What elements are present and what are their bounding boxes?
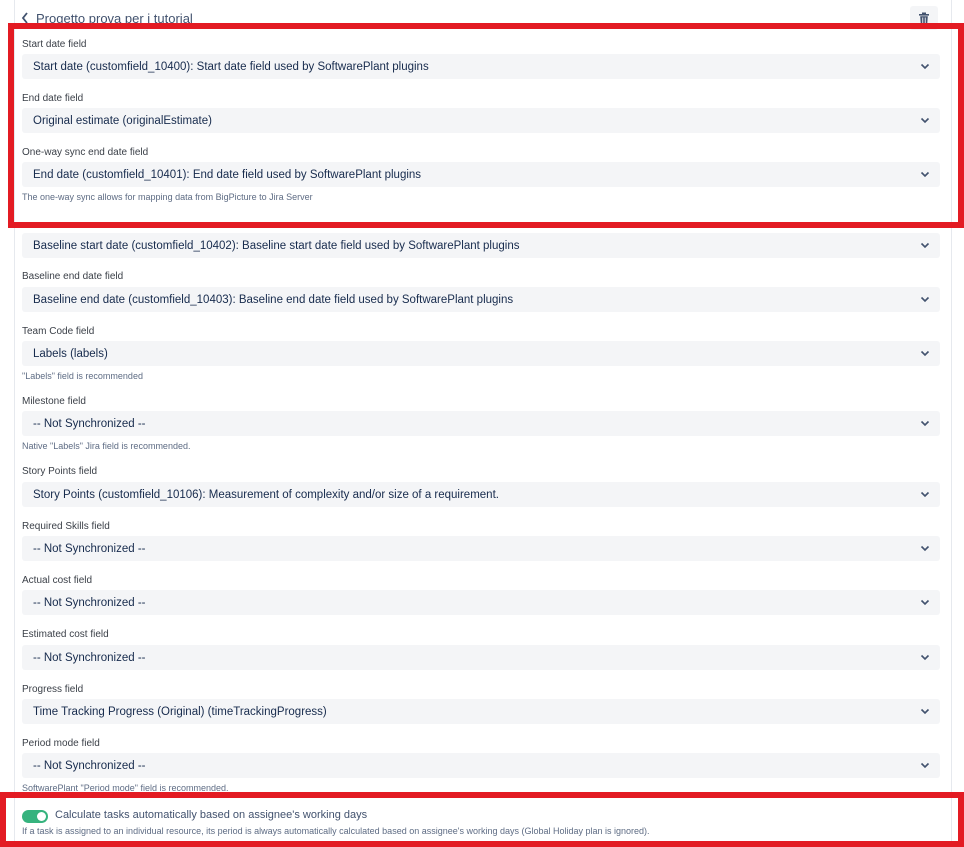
auto-calculate-toggle[interactable] bbox=[22, 810, 48, 823]
progress-select[interactable]: Time Tracking Progress (Original) (timeT… bbox=[22, 699, 940, 724]
period-mode-select[interactable]: -- Not Synchronized -- bbox=[22, 753, 940, 778]
milestone-hint: Native "Labels" Jira field is recommende… bbox=[22, 441, 190, 451]
progress-label: Progress field bbox=[22, 684, 83, 695]
baseline-end-date-label: Baseline end date field bbox=[22, 271, 123, 282]
period-mode-label: Period mode field bbox=[22, 738, 100, 749]
start-date-label: Start date field bbox=[22, 39, 86, 50]
chevron-down-icon bbox=[920, 491, 930, 498]
story-points-value: Story Points (customfield_10106): Measur… bbox=[33, 489, 920, 501]
progress-value: Time Tracking Progress (Original) (timeT… bbox=[33, 706, 920, 718]
actual-cost-value: -- Not Synchronized -- bbox=[33, 597, 920, 609]
settings-page: Progetto prova per i tutorial Start date… bbox=[0, 0, 964, 847]
period-mode-hint: SoftwarePlant "Period mode" field is rec… bbox=[22, 783, 229, 793]
story-points-label: Story Points field bbox=[22, 466, 97, 477]
auto-calculate-description: If a task is assigned to an individual r… bbox=[22, 826, 650, 836]
milestone-value: -- Not Synchronized -- bbox=[33, 418, 920, 430]
end-date-label: End date field bbox=[22, 93, 83, 104]
team-code-label: Team Code field bbox=[22, 326, 94, 337]
story-points-select[interactable]: Story Points (customfield_10106): Measur… bbox=[22, 482, 940, 507]
chevron-down-icon bbox=[920, 762, 930, 769]
chevron-down-icon bbox=[920, 545, 930, 552]
toggle-knob bbox=[37, 812, 46, 821]
one-way-end-date-select[interactable]: End date (customfield_10401): End date f… bbox=[22, 162, 940, 187]
required-skills-label: Required Skills field bbox=[22, 521, 110, 532]
required-skills-select[interactable]: -- Not Synchronized -- bbox=[22, 536, 940, 561]
baseline-end-date-select[interactable]: Baseline end date (customfield_10403): B… bbox=[22, 287, 940, 312]
chevron-down-icon bbox=[920, 63, 930, 70]
estimated-cost-label: Estimated cost field bbox=[22, 629, 109, 640]
actual-cost-label: Actual cost field bbox=[22, 575, 92, 586]
chevron-down-icon bbox=[920, 296, 930, 303]
back-link[interactable]: Progetto prova per i tutorial bbox=[20, 6, 193, 30]
start-date-select[interactable]: Start date (customfield_10400): Start da… bbox=[22, 54, 940, 79]
one-way-end-date-value: End date (customfield_10401): End date f… bbox=[33, 169, 920, 181]
delete-button[interactable] bbox=[910, 6, 938, 30]
baseline-start-date-select[interactable]: Baseline start date (customfield_10402):… bbox=[22, 233, 940, 258]
end-date-select[interactable]: Original estimate (originalEstimate) bbox=[22, 108, 940, 133]
start-date-value: Start date (customfield_10400): Start da… bbox=[33, 61, 920, 73]
team-code-value: Labels (labels) bbox=[33, 348, 920, 360]
chevron-down-icon bbox=[920, 171, 930, 178]
chevron-down-icon bbox=[920, 708, 930, 715]
one-way-sync-hint: The one-way sync allows for mapping data… bbox=[22, 192, 313, 202]
chevron-down-icon bbox=[920, 117, 930, 124]
required-skills-value: -- Not Synchronized -- bbox=[33, 543, 920, 555]
chevron-down-icon bbox=[920, 599, 930, 606]
page-title: Progetto prova per i tutorial bbox=[36, 11, 193, 26]
estimated-cost-select[interactable]: -- Not Synchronized -- bbox=[22, 645, 940, 670]
auto-calculate-label: Calculate tasks automatically based on a… bbox=[55, 809, 367, 821]
chevron-down-icon bbox=[920, 350, 930, 357]
milestone-label: Milestone field bbox=[22, 396, 86, 407]
chevron-down-icon bbox=[920, 420, 930, 427]
chevron-left-icon bbox=[20, 11, 30, 25]
period-mode-value: -- Not Synchronized -- bbox=[33, 760, 920, 772]
milestone-select[interactable]: -- Not Synchronized -- bbox=[22, 411, 940, 436]
team-code-select[interactable]: Labels (labels) bbox=[22, 341, 940, 366]
actual-cost-select[interactable]: -- Not Synchronized -- bbox=[22, 590, 940, 615]
end-date-value: Original estimate (originalEstimate) bbox=[33, 115, 920, 127]
chevron-down-icon bbox=[920, 242, 930, 249]
baseline-end-date-value: Baseline end date (customfield_10403): B… bbox=[33, 294, 920, 306]
estimated-cost-value: -- Not Synchronized -- bbox=[33, 652, 920, 664]
chevron-down-icon bbox=[920, 654, 930, 661]
team-code-hint: "Labels" field is recommended bbox=[22, 371, 143, 381]
trash-icon bbox=[918, 12, 930, 25]
baseline-start-date-value: Baseline start date (customfield_10402):… bbox=[33, 240, 920, 252]
one-way-end-date-label: One-way sync end date field bbox=[22, 147, 148, 158]
